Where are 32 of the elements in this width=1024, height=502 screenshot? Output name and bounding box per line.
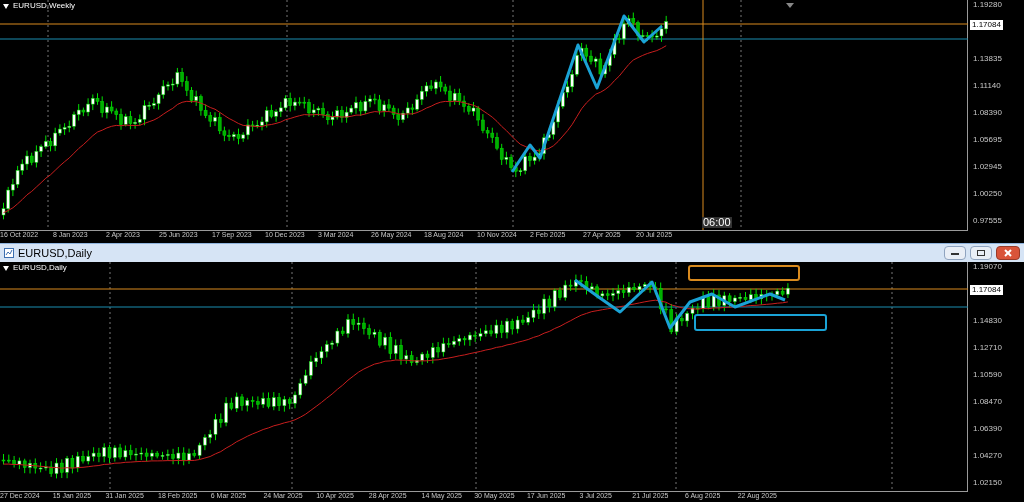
close-button[interactable] <box>996 246 1020 260</box>
maximize-button[interactable] <box>970 246 992 260</box>
price-label: 1.11140 <box>973 82 1001 90</box>
price-label: 1.06390 <box>973 425 1002 433</box>
maximize-icon <box>976 249 986 257</box>
price-label: 0.97555 <box>973 217 1002 225</box>
price-label: 1.02945 <box>973 163 1002 171</box>
price-label: 1.08390 <box>973 109 1002 117</box>
window-title: EURUSD,Daily <box>18 245 93 261</box>
shift-marker-icon[interactable] <box>786 3 794 8</box>
chart-title: EURUSD,Weekly <box>13 2 76 10</box>
price-label: 1.04270 <box>973 452 1002 460</box>
close-icon <box>1003 249 1013 257</box>
price-tag: 1.17084 <box>970 20 1003 30</box>
dropdown-icon[interactable] <box>3 265 9 271</box>
price-label: 1.13835 <box>973 55 1002 63</box>
crosshair-time-label: 06:00 <box>702 217 732 228</box>
minimize-icon <box>950 250 960 256</box>
price-label: 1.08470 <box>973 398 1002 406</box>
chart-window-icon <box>4 248 14 258</box>
dropdown-icon[interactable] <box>3 3 9 9</box>
price-label: 1.19070 <box>973 263 1002 271</box>
price-label: 1.02150 <box>973 479 1002 487</box>
price-label: 1.12710 <box>973 344 1002 352</box>
price-tag: 1.17084 <box>970 285 1003 295</box>
price-label: 1.00250 <box>973 190 1002 198</box>
chart-title: EURUSD,Daily <box>13 264 67 272</box>
minimize-button[interactable] <box>944 246 966 260</box>
price-label: 1.14830 <box>973 317 1002 325</box>
price-label: 1.10590 <box>973 371 1002 379</box>
price-label: 1.05695 <box>973 136 1002 144</box>
price-label: 1.19280 <box>973 1 1002 9</box>
